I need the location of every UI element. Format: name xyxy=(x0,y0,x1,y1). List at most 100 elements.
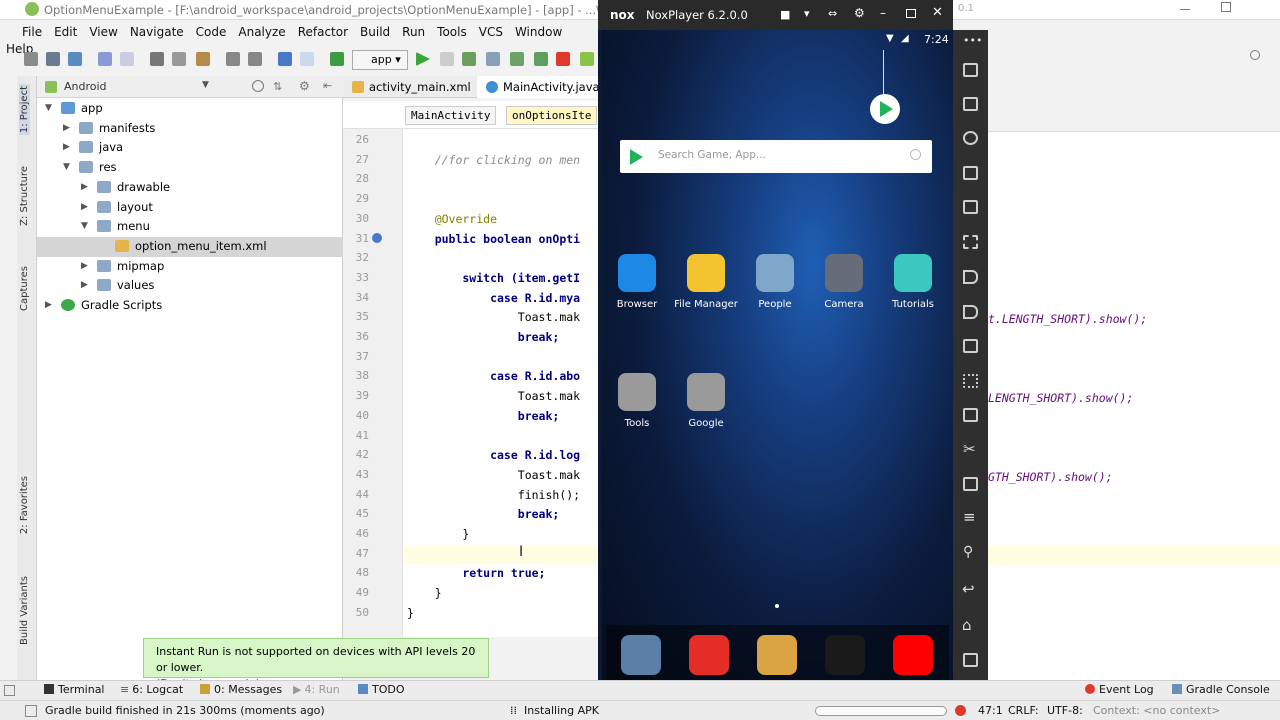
replace-icon[interactable] xyxy=(248,52,262,66)
attach-debugger-icon[interactable] xyxy=(462,52,476,66)
menu-lines-icon[interactable]: ≡ xyxy=(963,508,976,526)
run-config-select[interactable]: app ▾ xyxy=(352,50,408,70)
more-dots-icon[interactable]: ••• xyxy=(963,34,982,47)
redo-icon[interactable] xyxy=(120,52,134,66)
tree-item[interactable]: ▼ res xyxy=(37,158,343,178)
project-view-select[interactable]: Android xyxy=(64,80,107,93)
profile-icon[interactable] xyxy=(486,52,500,66)
scroll-from-source-icon[interactable] xyxy=(252,80,264,92)
back-icon[interactable] xyxy=(278,52,292,66)
tab-main-activity-java[interactable]: MainActivity.java xyxy=(477,76,600,98)
logcat-tool-button[interactable]: ≡ 6: Logcat xyxy=(120,683,183,696)
debug-icon[interactable] xyxy=(440,52,454,66)
nox-close-icon[interactable]: ✕ xyxy=(932,5,943,20)
menu-vcs[interactable]: VCS xyxy=(473,22,509,39)
nox-settings-icon[interactable]: ⚙ xyxy=(854,6,865,20)
gradle-console-button[interactable]: Gradle Console xyxy=(1172,683,1270,696)
app-icon[interactable]: File Manager xyxy=(673,254,739,310)
tree-item[interactable]: ▼ app xyxy=(37,99,343,119)
upload-file-icon[interactable] xyxy=(963,408,978,422)
nox-dropdown-icon[interactable]: ▾ xyxy=(804,7,810,20)
menu-refactor[interactable]: Refactor xyxy=(292,22,354,39)
android-home-screen[interactable]: ▼ ◢ 7:24 Search Game, App... Browser File… xyxy=(602,30,953,700)
breadcrumb-method[interactable]: onOptionsIte xyxy=(506,106,598,125)
run-icon[interactable] xyxy=(416,52,430,66)
search-everywhere-icon[interactable] xyxy=(1250,50,1260,60)
forward-icon[interactable] xyxy=(300,52,314,66)
line-separator[interactable]: CRLF: xyxy=(1008,704,1039,717)
save-icon[interactable] xyxy=(46,52,60,66)
make-project-icon[interactable] xyxy=(330,52,344,66)
cancel-task-icon[interactable] xyxy=(955,705,966,716)
shake-icon[interactable]: ⚲ xyxy=(963,544,973,560)
app-icon[interactable]: Camera xyxy=(811,254,877,310)
captures-side-tab[interactable]: Captures xyxy=(19,266,30,311)
status-toggle-icon[interactable] xyxy=(25,705,37,717)
expanded-arrow-icon[interactable]: ▼ xyxy=(81,221,88,231)
tree-item[interactable]: ▶ java xyxy=(37,138,343,158)
copy-icon[interactable] xyxy=(172,52,186,66)
menu-edit[interactable]: Edit xyxy=(48,22,83,39)
collapse-all-icon[interactable]: ⇅ xyxy=(273,80,282,93)
paste-icon[interactable] xyxy=(196,52,210,66)
apk-install-icon[interactable] xyxy=(963,166,978,180)
home-nav-icon[interactable]: ⌂ xyxy=(962,616,972,634)
tree-item[interactable]: ▶ Gradle Scripts xyxy=(37,296,343,316)
sdk-manager-icon[interactable] xyxy=(534,52,548,66)
tree-item[interactable]: ▼ menu xyxy=(37,217,343,237)
collapsed-arrow-icon[interactable]: ▶ xyxy=(45,300,52,310)
hide-panel-icon[interactable]: ⇤ xyxy=(323,79,332,92)
collapsed-arrow-icon[interactable]: ▶ xyxy=(81,261,88,271)
screen-icon[interactable] xyxy=(963,63,978,77)
stop-icon[interactable] xyxy=(556,52,570,66)
todo-tool-button[interactable]: TODO xyxy=(358,683,405,696)
cut-icon[interactable] xyxy=(150,52,164,66)
menu-file[interactable]: File xyxy=(0,22,48,39)
app-icon[interactable]: Tools xyxy=(604,373,670,429)
expanded-arrow-icon[interactable]: ▼ xyxy=(63,162,70,172)
expanded-arrow-icon[interactable]: ▼ xyxy=(45,103,52,113)
menu-build[interactable]: Build xyxy=(354,22,396,39)
screen-record-icon[interactable] xyxy=(963,374,978,388)
tree-item[interactable]: ▶ values xyxy=(37,276,343,296)
play-store-bubble[interactable] xyxy=(870,94,900,124)
menu-analyze[interactable]: Analyze xyxy=(232,22,291,39)
tree-item[interactable]: ▶ layout xyxy=(37,198,343,218)
maximize-button[interactable] xyxy=(1221,2,1231,12)
messages-tool-button[interactable]: 0: Messages xyxy=(200,683,282,696)
terminal-tool-button[interactable]: Terminal xyxy=(44,683,105,696)
tree-item[interactable]: ▶ manifests xyxy=(37,119,343,139)
collapsed-arrow-icon[interactable]: ▶ xyxy=(81,202,88,212)
caret-position[interactable]: 47:1 xyxy=(978,704,1003,717)
screenshot-scissors-icon[interactable]: ✂ xyxy=(963,440,976,458)
fullscreen-icon[interactable] xyxy=(963,235,978,249)
project-side-tab[interactable]: 1: Project xyxy=(19,84,30,136)
keyboard-map-icon[interactable] xyxy=(963,97,978,111)
minimize-button[interactable] xyxy=(1180,9,1190,10)
tool-windows-icon[interactable] xyxy=(4,685,15,696)
volume-down-icon[interactable] xyxy=(963,305,978,319)
app-icon[interactable]: Browser xyxy=(604,254,670,310)
app-icon[interactable]: People xyxy=(742,254,808,310)
menu-navigate[interactable]: Navigate xyxy=(124,22,190,39)
nox-gift-icon[interactable]: ■ xyxy=(780,8,790,21)
collapsed-arrow-icon[interactable]: ▶ xyxy=(63,123,70,133)
event-log-button[interactable]: Event Log xyxy=(1085,683,1154,696)
multi-instance-icon[interactable] xyxy=(963,339,978,353)
tree-item[interactable]: ▶ mipmap xyxy=(37,257,343,277)
apply-changes-icon[interactable] xyxy=(510,52,524,66)
open-icon[interactable] xyxy=(24,52,38,66)
copy-files-icon[interactable] xyxy=(963,477,978,491)
collapsed-arrow-icon[interactable]: ▶ xyxy=(63,142,70,152)
menu-window[interactable]: Window xyxy=(509,22,568,39)
settings-gear-icon[interactable]: ⚙ xyxy=(299,79,310,93)
tree-item[interactable]: option_menu_item.xml xyxy=(37,236,343,257)
run-tool-button[interactable]: ▶ 4: Run xyxy=(293,683,340,696)
tab-activity-main-xml[interactable]: activity_main.xml xyxy=(343,76,476,98)
menu-tools[interactable]: Tools xyxy=(431,22,473,39)
favorites-side-tab[interactable]: 2: Favorites xyxy=(19,476,30,534)
override-marker-icon[interactable] xyxy=(372,233,382,243)
menu-run[interactable]: Run xyxy=(396,22,431,39)
back-nav-icon[interactable]: ↩ xyxy=(962,580,975,598)
find-icon[interactable] xyxy=(226,52,240,66)
